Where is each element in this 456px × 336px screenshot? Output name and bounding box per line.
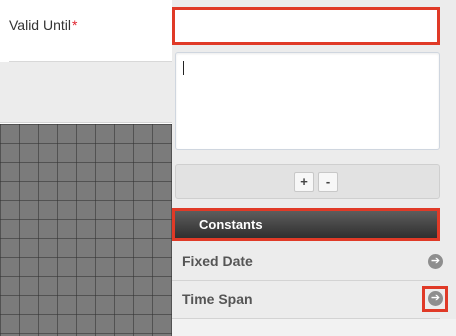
left-toolbar bbox=[0, 62, 172, 123]
menu-item-time-span[interactable]: Time Span ➔ bbox=[172, 281, 448, 319]
required-asterisk: * bbox=[72, 17, 78, 33]
text-cursor bbox=[183, 61, 184, 75]
panel-bottom-area bbox=[172, 319, 456, 336]
time-span-label: Time Span bbox=[182, 291, 253, 307]
plus-button[interactable]: + bbox=[294, 172, 314, 192]
valid-until-label: Valid Until* bbox=[9, 17, 77, 33]
formula-builder-panel: + - Constants Fixed Date ➔ Time Span ➔ bbox=[172, 0, 456, 336]
form-field-area: Valid Until* bbox=[0, 0, 172, 62]
valid-until-label-text: Valid Until bbox=[9, 17, 71, 33]
plus-minus-toolbar: + - bbox=[175, 164, 440, 199]
minus-button[interactable]: - bbox=[318, 172, 338, 192]
arrow-right-circle-icon[interactable]: ➔ bbox=[428, 291, 443, 306]
fixed-date-label: Fixed Date bbox=[182, 253, 253, 269]
menu-item-fixed-date[interactable]: Fixed Date ➔ bbox=[172, 243, 443, 281]
time-span-arrow-highlight[interactable]: ➔ bbox=[422, 286, 448, 312]
valid-until-input[interactable] bbox=[172, 7, 440, 45]
constants-header[interactable]: Constants bbox=[172, 208, 440, 241]
arrow-right-circle-icon[interactable]: ➔ bbox=[428, 254, 443, 269]
background-grid bbox=[0, 124, 172, 336]
formula-textarea[interactable] bbox=[175, 52, 440, 150]
